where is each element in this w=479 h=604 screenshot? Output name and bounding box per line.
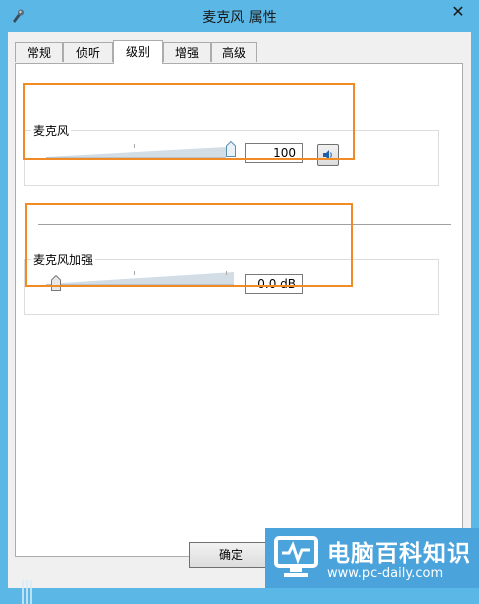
microphone-boost-slider-track[interactable] [46,272,236,286]
microphone-label: 麦克风 [31,122,72,139]
close-icon: ✕ [451,1,465,21]
tab-enhancements[interactable]: 增强 [163,42,211,62]
properties-window: 麦克风 属性 ✕ 常规 侦听 级别 增强 高级 麦克风 100 麦克风加强 0.… [0,0,479,604]
microphone-boost-group: 麦克风加强 [24,251,439,315]
microphone-slider-thumb[interactable] [226,141,236,157]
watermark-title: 电脑百科知识 [327,541,471,567]
microphone-boost-slider-thumb[interactable] [51,275,61,291]
window-title: 麦克风 属性 [202,10,277,26]
microphone-boost-input[interactable]: 0.0 dB [245,274,303,294]
slider-tick [226,271,227,275]
tab-general[interactable]: 常规 [15,42,63,62]
close-button[interactable]: ✕ [443,1,473,21]
site-watermark: 电脑百科知识 www.pc-daily.com [265,528,479,588]
tab-levels[interactable]: 级别 [113,40,163,64]
title-bar[interactable]: 麦克风 属性 ✕ [0,0,479,32]
watermark-url: www.pc-daily.com [327,566,444,581]
microphone-level-input[interactable]: 100 [245,143,303,163]
microphone-boost-label: 麦克风加强 [31,251,96,268]
slider-tick [134,144,135,148]
monitor-logo-icon [274,536,318,577]
slider-tick [134,271,135,275]
ok-button[interactable]: 确定 [189,542,273,568]
levels-tab-page: 麦克风 100 麦克风加强 0.0 dB [15,63,463,557]
tab-listen[interactable]: 侦听 [63,42,113,62]
microphone-slider-track[interactable] [46,145,236,159]
section-separator [38,224,451,225]
dialog-client-area: 常规 侦听 级别 增强 高级 麦克风 100 麦克风加强 0.0 dB 确定 [8,32,471,604]
speaker-icon [323,150,332,160]
microphone-mute-button[interactable] [317,144,339,166]
resize-grip [22,580,32,604]
tab-advanced[interactable]: 高级 [211,42,257,62]
